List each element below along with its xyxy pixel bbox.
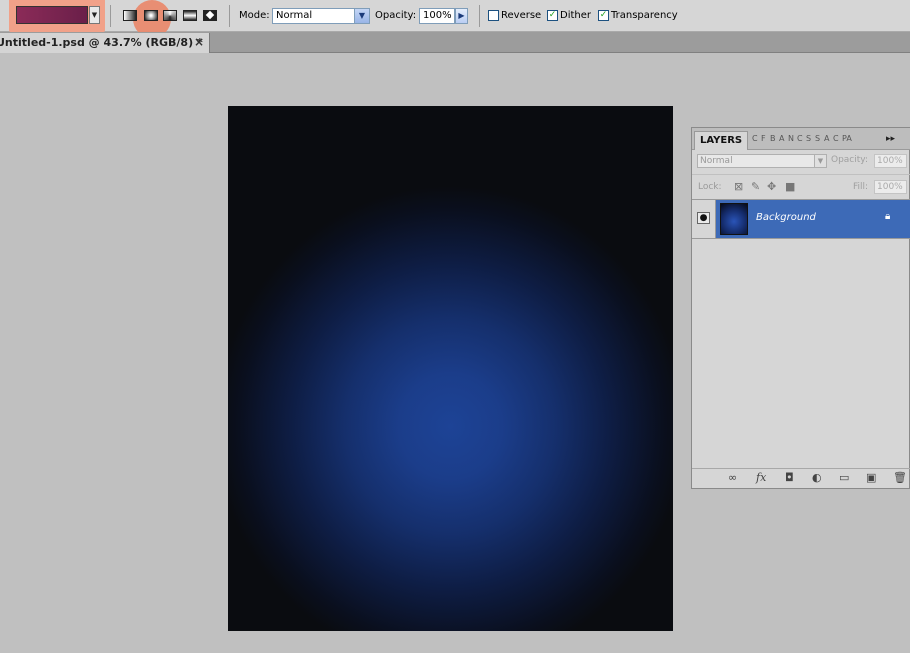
layers-panel-footer: ∞ fx ◘ ◐ ▭ ▣ 🗑︎ xyxy=(692,468,910,488)
document-tab[interactable]: Untitled-1.psd @ 43.7% (RGB/8) * xyxy=(0,33,210,53)
opacity-slider-arrow-icon[interactable]: ▶ xyxy=(455,8,468,24)
collapsed-panel-tab[interactable]: S xyxy=(815,134,820,143)
gradient-picker-dropdown-icon[interactable]: ▼ xyxy=(89,6,100,24)
transparency-label: Transparency xyxy=(611,10,678,21)
layers-panel: LAYERS C F B A N C S S A C PA ▸▸ Normal … xyxy=(691,127,910,489)
mode-value: Normal xyxy=(276,10,313,21)
link-layers-icon[interactable]: ∞ xyxy=(728,471,737,484)
dither-label: Dither xyxy=(560,10,592,21)
toolbar-separator xyxy=(479,5,480,27)
radial-gradient-icon[interactable] xyxy=(144,10,158,21)
lock-icon: 🔒︎ xyxy=(885,211,891,222)
lock-image-brush-icon[interactable]: ✎ xyxy=(751,180,760,193)
gradient-picker-swatch[interactable] xyxy=(16,6,88,24)
panel-tab-strip: LAYERS C F B A N C S S A C PA ▸▸ xyxy=(692,128,910,150)
layer-row[interactable]: ● Background 🔒︎ xyxy=(692,199,910,239)
new-group-icon[interactable]: ▭ xyxy=(839,471,849,484)
layer-opacity-input[interactable]: 100% xyxy=(874,154,907,168)
adjustment-layer-icon[interactable]: ◐ xyxy=(812,471,822,484)
chevron-down-icon[interactable]: ▼ xyxy=(354,9,369,23)
lock-label: Lock: xyxy=(698,182,722,192)
visibility-toggle[interactable]: ● xyxy=(692,200,716,238)
toolbar-separator xyxy=(110,5,111,27)
lock-all-icon[interactable]: ■ xyxy=(785,180,795,193)
layer-opacity-label: Opacity: xyxy=(831,155,868,165)
fill-label: Fill: xyxy=(853,182,869,192)
collapsed-panel-tab[interactable]: C xyxy=(797,134,803,143)
reverse-checkbox[interactable] xyxy=(488,10,499,21)
document-tab-bar: Untitled-1.psd @ 43.7% (RGB/8) * × xyxy=(0,32,910,53)
toolbar-separator xyxy=(229,5,230,27)
lock-transparent-icon[interactable]: ⊠ xyxy=(734,180,743,193)
diamond-gradient-icon[interactable] xyxy=(203,10,217,21)
opacity-input[interactable]: 100% xyxy=(419,8,455,24)
options-bar: ▼ Mode: Normal ▼ Opacity: 100% ▶ Reverse… xyxy=(0,0,910,38)
delete-layer-icon[interactable]: 🗑︎ xyxy=(893,471,907,484)
reverse-label: Reverse xyxy=(501,10,542,21)
blend-mode-select[interactable]: Normal xyxy=(697,154,827,168)
layer-thumbnail xyxy=(720,203,748,235)
mode-select[interactable]: Normal ▼ xyxy=(272,8,370,24)
collapsed-panel-tab[interactable]: B xyxy=(770,134,776,143)
add-mask-icon[interactable]: ◘ xyxy=(785,471,794,484)
mode-label: Mode: xyxy=(239,10,270,21)
reflected-gradient-icon[interactable] xyxy=(183,10,197,21)
eye-icon[interactable]: ● xyxy=(697,212,710,224)
fx-icon[interactable]: fx xyxy=(756,471,766,484)
collapsed-panel-tab[interactable]: N xyxy=(788,134,794,143)
collapsed-panel-tab[interactable]: S xyxy=(806,134,811,143)
lock-position-move-icon[interactable]: ✥ xyxy=(767,180,776,193)
collapsed-panel-tab[interactable]: A xyxy=(779,134,784,143)
close-icon[interactable]: × xyxy=(194,33,204,52)
collapsed-panel-tab[interactable]: C xyxy=(752,134,758,143)
fill-input[interactable]: 100% xyxy=(874,180,907,194)
dither-checkbox[interactable]: ✓ xyxy=(547,10,558,21)
lock-row: Lock: ⊠ ✎ ✥ ■ Fill: 100% xyxy=(692,174,910,199)
document-tab-title: Untitled-1.psd @ 43.7% (RGB/8) * xyxy=(0,36,203,49)
new-layer-icon[interactable]: ▣ xyxy=(866,471,876,484)
opacity-label: Opacity: xyxy=(375,10,417,21)
collapsed-panel-tab[interactable]: F xyxy=(761,134,766,143)
collapsed-panel-tab[interactable]: A xyxy=(824,134,829,143)
collapsed-panel-tab[interactable]: C xyxy=(833,134,839,143)
document-canvas[interactable] xyxy=(228,106,673,631)
tab-layers[interactable]: LAYERS xyxy=(694,131,749,150)
layer-name[interactable]: Background xyxy=(756,212,816,223)
transparency-checkbox[interactable]: ✓ xyxy=(598,10,609,21)
linear-gradient-icon[interactable] xyxy=(123,10,137,21)
chevron-down-icon[interactable]: ▼ xyxy=(814,154,827,168)
panel-menu-icon[interactable]: ▸▸ xyxy=(886,134,895,144)
collapsed-panel-tab[interactable]: PA xyxy=(842,134,852,143)
angle-gradient-icon[interactable] xyxy=(163,10,177,21)
